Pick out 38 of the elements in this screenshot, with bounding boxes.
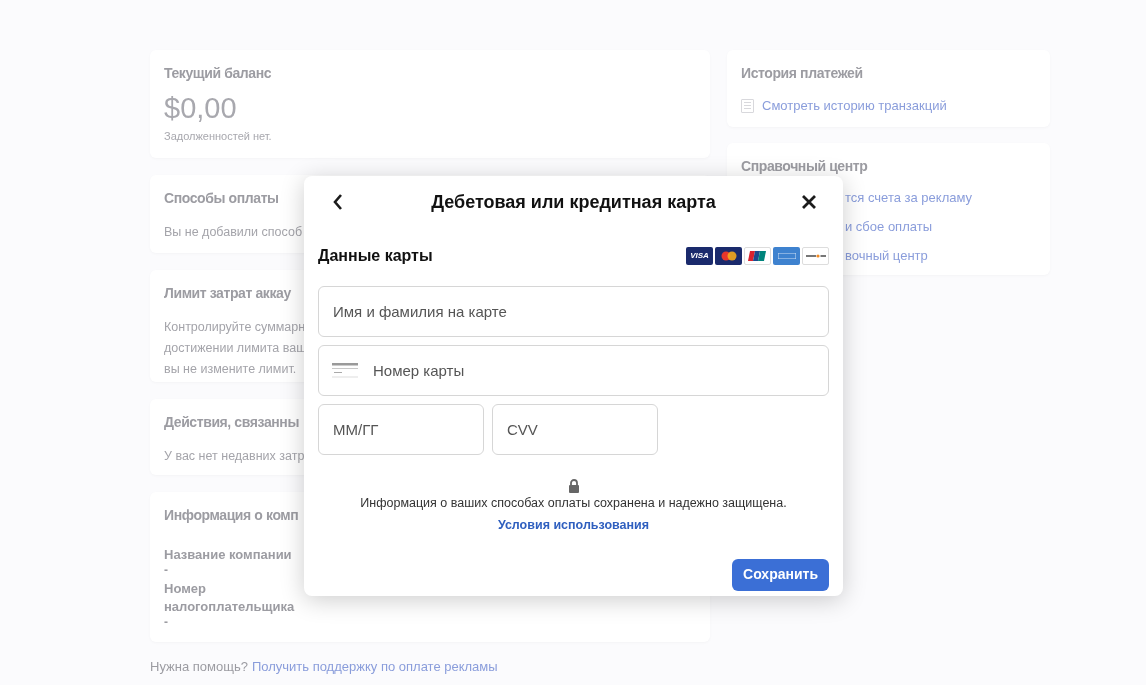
- expiry-field[interactable]: ММ/ГГ: [318, 404, 484, 455]
- card-title: Текущий баланс: [164, 64, 272, 83]
- field-label: Название компании: [164, 546, 293, 564]
- visa-logo: VISA: [686, 247, 713, 265]
- history-link[interactable]: Смотреть историю транзакций: [762, 96, 947, 116]
- card-title: Лимит затрат аккау: [164, 284, 291, 303]
- card-title: История платежей: [741, 64, 863, 83]
- lock-icon: [567, 479, 580, 493]
- card-number-field[interactable]: Номер карты: [318, 345, 829, 396]
- empty-text: У вас нет недавних затр: [164, 448, 305, 465]
- field-value: -: [164, 616, 168, 628]
- support-link[interactable]: Получить поддержку по оплате рекламы: [251, 657, 498, 677]
- discover-logo: [802, 247, 829, 265]
- card-title: Справочный центр: [741, 157, 868, 176]
- save-button[interactable]: Сохранить: [732, 558, 829, 591]
- card-icon: [332, 362, 358, 378]
- name-field[interactable]: Имя и фамилия на карте: [318, 286, 829, 337]
- terms-link[interactable]: Условия использования: [497, 515, 650, 535]
- help-link[interactable]: тся счета за рекламу: [845, 188, 973, 207]
- empty-text: Вы не добавили способ: [164, 224, 303, 241]
- card-title: Способы оплаты: [164, 189, 279, 208]
- field-label: Номер налогоплательщика: [164, 580, 296, 616]
- cvv-field[interactable]: CVV: [492, 404, 658, 455]
- card-title: Информация о комп: [164, 506, 299, 525]
- unionpay-logo: [744, 247, 771, 265]
- mastercard-logo: [715, 247, 742, 265]
- help-link[interactable]: вочный центр: [845, 246, 928, 265]
- receipt-icon: [741, 98, 754, 113]
- card-title: Действия, связанны: [164, 413, 299, 432]
- help-text: Нужна помощь?: [150, 658, 248, 676]
- dialog-title: Дебетовая или кредитная карта: [431, 190, 716, 214]
- amex-logo: [773, 247, 800, 265]
- balance-note: Задолженностей нет.: [164, 129, 272, 144]
- security-text: Информация о ваших способах оплаты сохранена и надежно защищена.: [360, 495, 787, 512]
- field-value: -: [164, 564, 168, 576]
- help-link[interactable]: и сбое оплаты: [845, 217, 932, 236]
- balance-amount: $0,00: [164, 94, 237, 123]
- section-title: Данные карты: [318, 246, 433, 266]
